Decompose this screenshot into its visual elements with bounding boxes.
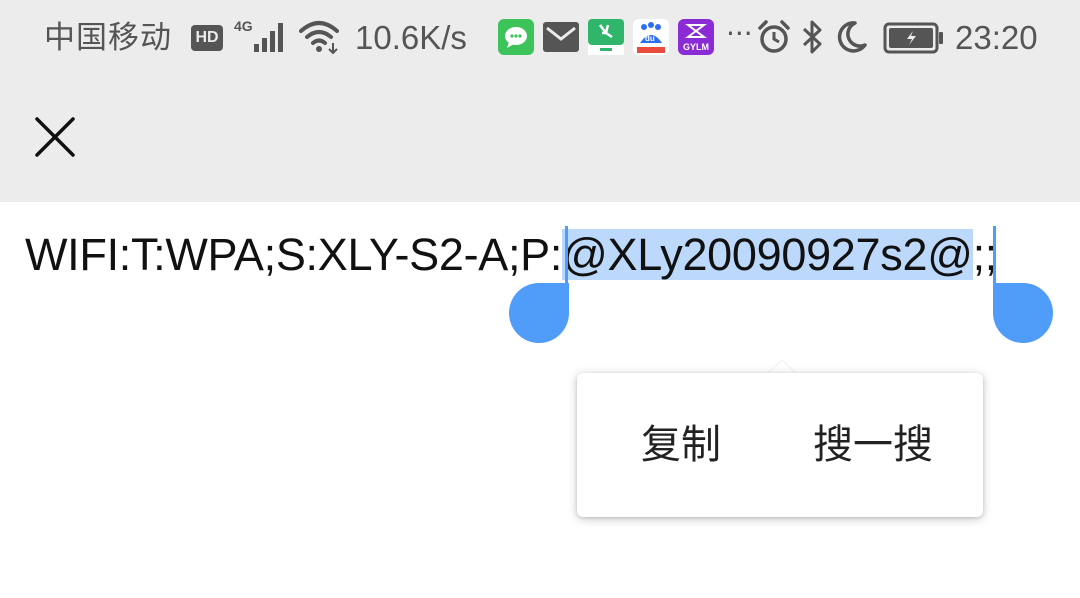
carrier-name: 中国移动 — [44, 20, 172, 56]
signal-4g-icon: 4G — [234, 18, 283, 52]
top-toolbar — [0, 78, 1080, 202]
selection-start-cursor — [565, 226, 568, 286]
network-type-label: 4G — [234, 18, 253, 34]
bluetooth-icon — [802, 20, 822, 54]
scanned-qr-text[interactable]: WIFI:T:WPA;S:XLY-S2-A;P:@XLy20090927s2@;… — [25, 226, 997, 284]
text-before-selection: WIFI:T:WPA;S:XLY-S2-A;P: — [25, 229, 563, 280]
moon-icon — [837, 21, 867, 53]
selection-end-cursor — [993, 226, 996, 286]
wifi-icon — [299, 21, 339, 55]
copy-button[interactable]: 复制 — [641, 373, 721, 517]
alarm-icon — [758, 20, 790, 53]
more-notifications-icon: ··· — [726, 17, 753, 50]
status-bar: 中国移动 HD 4G 10.6K/s du GYLM ··· 23:20 — [0, 0, 1080, 78]
close-button[interactable] — [22, 104, 88, 170]
green-app-icon — [588, 19, 624, 55]
baidu-app-label: du — [645, 34, 655, 43]
close-icon — [35, 117, 75, 157]
selection-start-handle[interactable] — [509, 283, 569, 343]
search-button[interactable]: 搜一搜 — [813, 373, 933, 517]
mail-app-icon — [543, 22, 579, 52]
selected-text[interactable]: @XLy20090927s2@ — [562, 229, 973, 280]
gylm-app-icon: GYLM — [678, 19, 714, 55]
clock-time: 23:20 — [955, 19, 1038, 56]
hd-icon: HD — [191, 25, 223, 51]
text-selection-menu: 复制 搜一搜 — [577, 373, 983, 517]
selection-end-handle[interactable] — [993, 283, 1053, 343]
gylm-app-label: GYLM — [683, 42, 709, 52]
network-speed: 10.6K/s — [355, 19, 467, 56]
baidu-app-icon: du — [633, 19, 669, 55]
battery-charging-icon — [883, 22, 943, 54]
wechat-app-icon — [498, 19, 534, 55]
